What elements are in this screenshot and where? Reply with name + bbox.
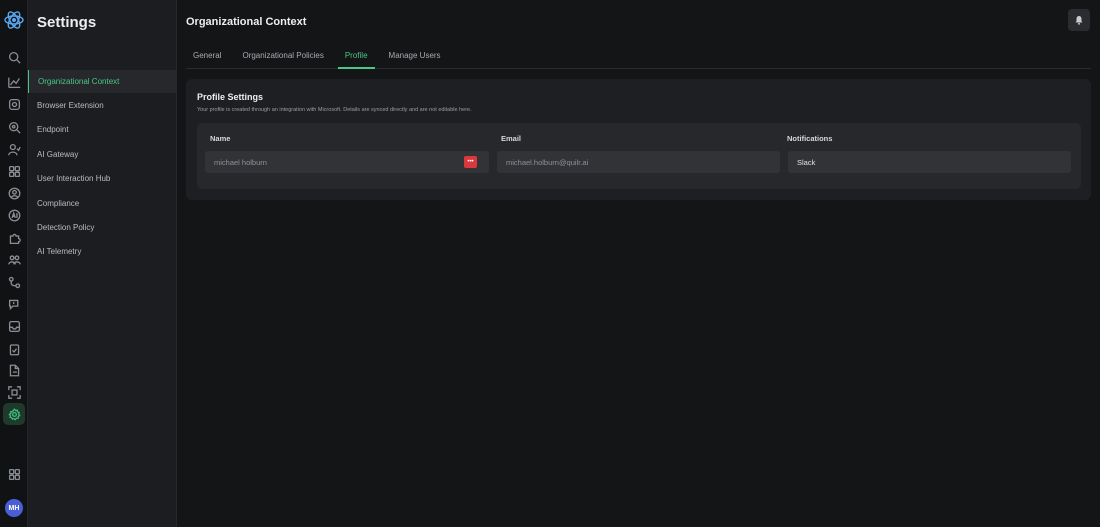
profile-settings-card: Profile Settings Your profile is created… xyxy=(186,79,1091,200)
name-value: michael holburn xyxy=(214,157,267,167)
notifications-button[interactable] xyxy=(1068,9,1090,31)
password-badge-dots: ••• xyxy=(467,159,474,165)
inbox-icon[interactable] xyxy=(6,318,22,334)
app-window: MH Settings Organizational Context Brows… xyxy=(0,0,1100,527)
name-label: Name xyxy=(210,134,231,143)
eye-search-icon[interactable] xyxy=(6,119,22,135)
notifications-value: Slack xyxy=(797,157,816,167)
sidebar-item-ai-telemetry[interactable]: AI Telemetry xyxy=(28,240,176,263)
clipboard-check-icon[interactable] xyxy=(6,341,22,357)
settings-gear-icon[interactable] xyxy=(3,403,25,425)
notifications-label: Notifications xyxy=(787,134,833,143)
document-export-icon[interactable] xyxy=(6,362,22,378)
sidebar-item-detection-policy[interactable]: Detection Policy xyxy=(28,216,176,239)
user-circle-icon[interactable] xyxy=(6,185,22,201)
bell-icon xyxy=(1075,15,1083,25)
profile-settings-title: Profile Settings xyxy=(197,92,264,102)
sidebar-item-organizational-context[interactable]: Organizational Context xyxy=(28,70,176,93)
tab-manage-users[interactable]: Manage Users xyxy=(382,46,448,69)
app-launcher-icon[interactable] xyxy=(6,466,22,482)
tab-general[interactable]: General xyxy=(186,46,228,69)
analytics-icon[interactable] xyxy=(6,74,22,90)
ai-badge-icon[interactable] xyxy=(6,207,22,223)
profile-settings-description: Your profile is created through an integ… xyxy=(197,107,472,113)
tab-profile[interactable]: Profile xyxy=(337,46,375,69)
icon-rail: MH xyxy=(0,0,28,527)
sidebar-item-browser-extension[interactable]: Browser Extension xyxy=(28,94,176,117)
notifications-select[interactable]: Slack xyxy=(788,151,1071,173)
sidebar-item-compliance[interactable]: Compliance xyxy=(28,192,176,215)
users-group-icon[interactable] xyxy=(6,251,22,267)
sidebar-title: Settings xyxy=(37,14,97,31)
sidebar-item-user-interaction-hub[interactable]: User Interaction Hub xyxy=(28,167,176,190)
page-title: Organizational Context xyxy=(186,16,307,28)
email-field: michael.holburn@quilr.ai xyxy=(497,151,780,173)
puzzle-icon[interactable] xyxy=(6,230,22,246)
user-activity-icon[interactable] xyxy=(6,141,22,157)
tab-organizational-policies[interactable]: Organizational Policies xyxy=(235,46,330,69)
settings-tabs: General Organizational Policies Profile … xyxy=(186,46,1091,69)
apps-grid-icon[interactable] xyxy=(6,163,22,179)
settings-sidebar: Settings Organizational Context Browser … xyxy=(28,0,177,527)
password-manager-icon[interactable]: ••• xyxy=(464,156,477,168)
shield-scan-icon[interactable] xyxy=(6,96,22,112)
search-icon[interactable] xyxy=(6,49,22,65)
email-label: Email xyxy=(501,134,522,143)
email-value: michael.holburn@quilr.ai xyxy=(506,157,589,167)
name-field: michael holburn ••• xyxy=(205,151,489,173)
brand-logo-icon[interactable] xyxy=(3,9,25,31)
main-content: Organizational Context General Organizat… xyxy=(177,0,1100,527)
sidebar-item-ai-gateway[interactable]: AI Gateway xyxy=(28,143,176,166)
profile-fields-panel: Name Email Notifications michael holburn… xyxy=(197,123,1081,189)
user-avatar[interactable]: MH xyxy=(5,499,23,517)
workflow-icon[interactable] xyxy=(6,274,22,290)
scan-frame-icon[interactable] xyxy=(6,384,22,400)
sidebar-item-endpoint[interactable]: Endpoint xyxy=(28,118,176,141)
chat-warning-icon[interactable] xyxy=(6,296,22,312)
